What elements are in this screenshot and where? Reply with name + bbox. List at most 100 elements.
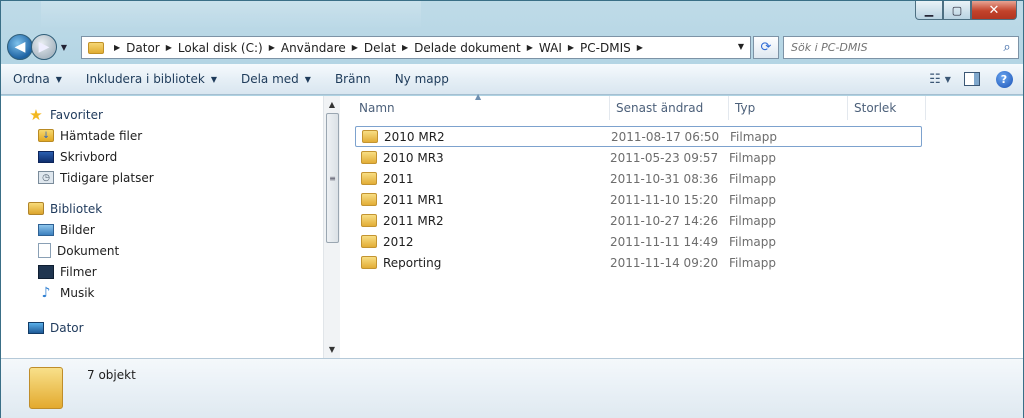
new-folder-button[interactable]: Ny mapp [383, 67, 461, 91]
breadcrumb-delat[interactable]: Delat [364, 41, 396, 55]
breadcrumb-anvandare[interactable]: Användare [281, 41, 346, 55]
folder-icon [88, 41, 104, 54]
preview-pane-icon [964, 72, 980, 86]
column-header-label: Namn [359, 101, 395, 115]
breadcrumb-lokal-disk[interactable]: Lokal disk (C:) [178, 41, 263, 55]
table-row[interactable]: 2011 2011-10-31 08:36 Filmapp [355, 168, 922, 189]
content-area: ★ Favoriter ↓ Hämtade filer Skrivbord ◷ … [1, 92, 1023, 358]
navigation-bar: ◀ ▶ ▼ ▶ Dator ▶ Lokal disk (C:) ▶ Använd… [7, 33, 1019, 61]
sidebar-item-libraries[interactable]: Bibliotek [1, 198, 323, 219]
breadcrumb-wai[interactable]: WAI [539, 41, 562, 55]
file-modified: 2011-08-17 06:50 [611, 129, 720, 144]
sidebar-item-documents[interactable]: Dokument [1, 240, 323, 261]
search-box[interactable]: ⌕ [783, 36, 1019, 59]
file-name: 2011 MR1 [383, 192, 444, 207]
details-pane: 7 objekt [1, 358, 1023, 418]
sidebar-item-pictures[interactable]: Bilder [1, 219, 323, 240]
close-button[interactable]: ✕ [971, 1, 1017, 20]
file-name: 2012 [383, 234, 414, 249]
back-button[interactable]: ◀ [7, 34, 33, 60]
sidebar-item-computer[interactable]: Dator [1, 317, 323, 338]
help-button[interactable]: ? [993, 68, 1015, 90]
sidebar-item-music[interactable]: ♪ Musik [1, 282, 323, 303]
file-name-cell: Reporting [355, 256, 610, 270]
table-row[interactable]: 2010 MR3 2011-05-23 09:57 Filmapp [355, 147, 922, 168]
file-type: Filmapp [729, 150, 776, 165]
refresh-button[interactable]: ⟳ [753, 36, 779, 59]
minimize-button[interactable]: ▁ [915, 1, 943, 20]
file-name-cell: 2011 [355, 172, 610, 186]
details-view-icon: ☷ [929, 71, 941, 87]
file-name-cell: 2010 MR2 [356, 130, 611, 144]
folder-icon [29, 367, 63, 409]
sidebar-item-videos[interactable]: Filmer [1, 261, 323, 282]
organize-menu[interactable]: Ordna ▼ [1, 67, 74, 91]
chevron-right-icon[interactable]: ▶ [527, 43, 533, 52]
scroll-up-icon[interactable]: ▲ [324, 96, 340, 113]
share-with-menu[interactable]: Dela med ▼ [229, 67, 323, 91]
chevron-right-icon[interactable]: ▶ [568, 43, 574, 52]
chevron-down-icon: ▼ [210, 74, 217, 84]
desktop-icon [38, 150, 54, 163]
chevron-right-icon[interactable]: ▶ [637, 43, 643, 52]
forward-button[interactable]: ▶ [31, 34, 57, 60]
column-header-modified[interactable]: Senast ändrad [610, 96, 729, 120]
file-type: Filmapp [730, 129, 777, 144]
file-name: 2010 MR3 [383, 150, 444, 165]
sidebar-item-downloads[interactable]: ↓ Hämtade filer [1, 125, 323, 146]
table-row[interactable]: 2010 MR2 2011-08-17 06:50 Filmapp [355, 126, 922, 147]
file-modified: 2011-10-31 08:36 [610, 171, 719, 186]
file-modified: 2011-11-11 14:49 [610, 234, 719, 249]
scroll-down-icon[interactable]: ▼ [324, 341, 340, 358]
breadcrumb-dator[interactable]: Dator [126, 41, 160, 55]
file-name-cell: 2011 MR1 [355, 193, 610, 207]
title-bar[interactable]: ▁ ▢ ✕ [1, 1, 1023, 31]
chevron-right-icon[interactable]: ▶ [402, 43, 408, 52]
sort-ascending-icon: ▲ [475, 92, 482, 101]
column-headers: ▲ Namn Senast ändrad Typ Storlek [341, 92, 926, 120]
chevron-right-icon[interactable]: ▶ [114, 43, 120, 52]
search-icon[interactable]: ⌕ [996, 40, 1018, 55]
column-header-type[interactable]: Typ [729, 96, 848, 120]
include-in-library-menu[interactable]: Inkludera i bibliotek ▼ [74, 67, 229, 91]
column-header-label: Typ [735, 101, 756, 115]
table-row[interactable]: 2011 MR1 2011-11-10 15:20 Filmapp [355, 189, 922, 210]
search-input[interactable] [784, 41, 996, 54]
maximize-button[interactable]: ▢ [943, 1, 971, 20]
column-header-name[interactable]: ▲ Namn [341, 92, 610, 120]
file-type: Filmapp [729, 255, 776, 270]
file-modified: 2011-11-10 15:20 [610, 192, 719, 207]
sidebar-item-label: Bilder [60, 222, 95, 237]
folder-icon [361, 235, 377, 248]
chevron-right-icon[interactable]: ▶ [352, 43, 358, 52]
sidebar-item-desktop[interactable]: Skrivbord [1, 146, 323, 167]
file-name-cell: 2010 MR3 [355, 151, 610, 165]
breadcrumb-delade-dokument[interactable]: Delade dokument [414, 41, 521, 55]
navigation-pane-scrollbar[interactable]: ▲ ≡ ▼ [323, 96, 340, 358]
include-in-library-label: Inkludera i bibliotek [85, 72, 205, 86]
address-history-dropdown[interactable]: ▼ [738, 42, 744, 51]
sidebar-item-label: Musik [60, 285, 95, 300]
file-list: ▲ Namn Senast ändrad Typ Storlek 2010 MR… [341, 92, 1023, 358]
sidebar-item-recent-places[interactable]: ◷ Tidigare platser [1, 167, 323, 188]
file-type: Filmapp [729, 192, 776, 207]
explorer-window: ▁ ▢ ✕ ◀ ▶ ▼ ▶ Dator ▶ Lokal disk (C:) ▶ … [0, 0, 1024, 418]
burn-button[interactable]: Bränn [323, 67, 383, 91]
preview-pane-button[interactable] [961, 68, 983, 90]
column-header-size[interactable]: Storlek [848, 96, 926, 120]
file-name-cell: 2011 MR2 [355, 214, 610, 228]
chevron-right-icon[interactable]: ▶ [269, 43, 275, 52]
view-options-button[interactable]: ☷ ▼ [929, 68, 951, 90]
breadcrumb-pc-dmis[interactable]: PC-DMIS [580, 41, 631, 55]
table-row[interactable]: 2012 2011-11-11 14:49 Filmapp [355, 231, 922, 252]
address-bar[interactable]: ▶ Dator ▶ Lokal disk (C:) ▶ Användare ▶ … [81, 36, 751, 59]
library-icon [28, 202, 44, 215]
table-row[interactable]: 2011 MR2 2011-10-27 14:26 Filmapp [355, 210, 922, 231]
table-row[interactable]: Reporting 2011-11-14 09:20 Filmapp [355, 252, 922, 273]
scrollbar-thumb[interactable]: ≡ [326, 113, 339, 243]
recent-pages-dropdown[interactable]: ▼ [57, 43, 71, 52]
chevron-right-icon[interactable]: ▶ [166, 43, 172, 52]
sidebar-item-favorites[interactable]: ★ Favoriter [1, 104, 323, 125]
file-modified: 2011-11-14 09:20 [610, 255, 719, 270]
sidebar-item-label: Filmer [60, 264, 97, 279]
